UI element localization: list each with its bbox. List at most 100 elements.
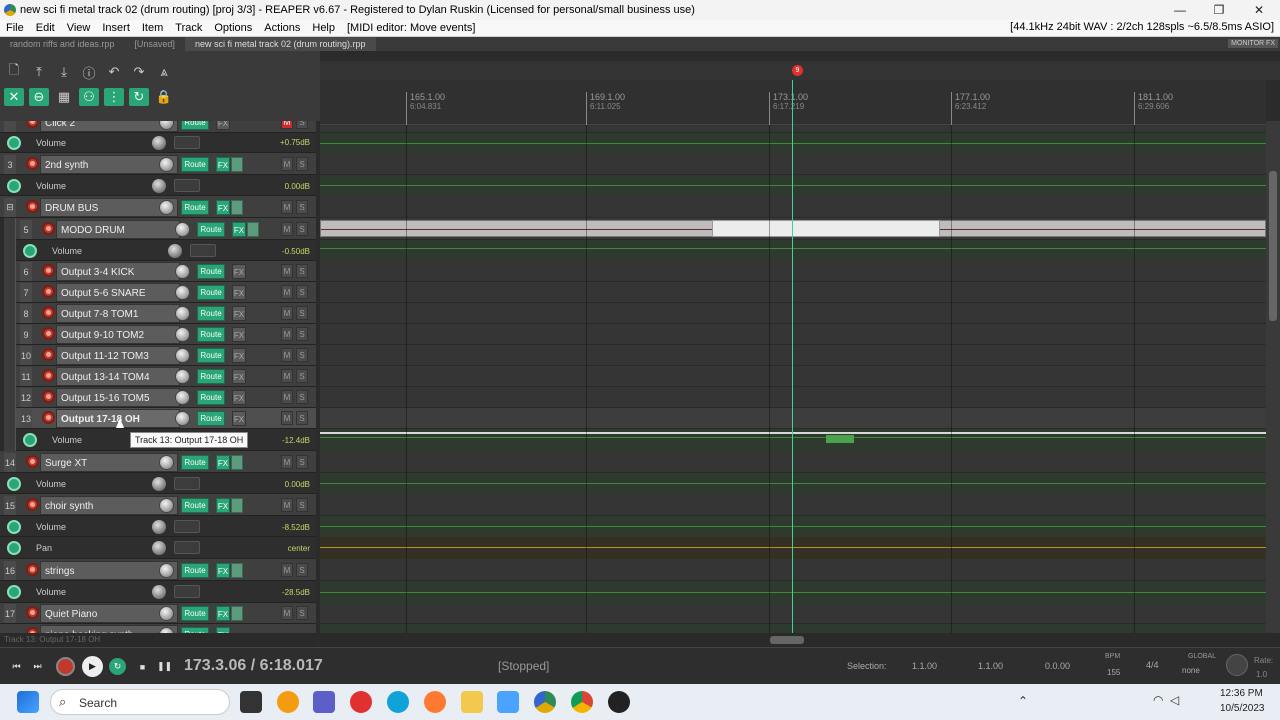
envelope-knob[interactable] bbox=[152, 477, 166, 491]
mute-button[interactable]: M bbox=[281, 200, 293, 214]
fx-bypass-button[interactable] bbox=[231, 563, 243, 578]
route-button[interactable]: Route bbox=[197, 411, 225, 426]
track-lane[interactable] bbox=[320, 603, 1266, 624]
fx-button[interactable]: FX bbox=[216, 563, 230, 578]
envelope-volume[interactable]: Volume -0.50dB bbox=[16, 240, 316, 261]
track-choir-synth[interactable]: 15 choir synth Route FX M S bbox=[0, 494, 316, 516]
mute-button[interactable]: M bbox=[281, 285, 293, 299]
track-output-snare[interactable]: 7 Output 5-6 SNARE Route FX M S bbox=[16, 282, 316, 303]
volume-knob[interactable] bbox=[175, 285, 190, 300]
vertical-scroll-thumb[interactable] bbox=[1269, 171, 1277, 321]
taskbar-date[interactable]: 10/5/2023 bbox=[1220, 703, 1265, 714]
envelope-lane[interactable] bbox=[320, 516, 1266, 537]
envelope-pan[interactable]: Pan center bbox=[0, 537, 316, 559]
mute-button[interactable]: M bbox=[281, 606, 293, 620]
track-quiet-piano[interactable]: 17 Quiet Piano Route FX M S bbox=[0, 603, 316, 624]
edit-cursor[interactable] bbox=[792, 80, 793, 633]
open-project-icon[interactable]: ⤒ bbox=[29, 63, 49, 81]
mute-button[interactable]: M bbox=[281, 306, 293, 320]
envelope-bypass-icon[interactable] bbox=[7, 541, 21, 555]
track-lane[interactable] bbox=[320, 261, 1266, 282]
solo-button[interactable]: S bbox=[296, 348, 308, 362]
envelope-options[interactable] bbox=[174, 520, 200, 533]
track-name[interactable]: Surge XT bbox=[40, 453, 178, 472]
lock-icon[interactable]: 🔒 bbox=[154, 88, 174, 106]
volume-knob[interactable] bbox=[175, 411, 190, 426]
envelope-lane[interactable] bbox=[320, 473, 1266, 494]
vertical-scrollbar[interactable] bbox=[1266, 121, 1280, 633]
stop-icon[interactable]: ■ bbox=[134, 658, 151, 675]
edge-icon[interactable] bbox=[387, 691, 409, 713]
record-arm-button[interactable] bbox=[26, 563, 39, 576]
transport-position[interactable]: 173.3.06 / 6:18.017 bbox=[184, 657, 323, 675]
track-name[interactable]: Output 9-10 TOM2 bbox=[56, 325, 180, 344]
rate-knob[interactable] bbox=[1226, 654, 1248, 676]
fx-button[interactable]: FX bbox=[232, 264, 246, 279]
record-arm-button[interactable] bbox=[42, 306, 55, 319]
task-view-icon[interactable] bbox=[240, 691, 262, 713]
monitor-fx-button[interactable]: MONITOR FX bbox=[1228, 39, 1278, 48]
fx-bypass-button[interactable] bbox=[231, 157, 243, 172]
track-lane[interactable] bbox=[320, 153, 1266, 175]
menu-help[interactable]: Help bbox=[306, 22, 341, 34]
solo-button[interactable]: S bbox=[296, 157, 308, 171]
horizontal-scrollbar[interactable] bbox=[320, 633, 1280, 647]
fx-bypass-button[interactable] bbox=[231, 455, 243, 470]
route-button[interactable]: Route bbox=[181, 455, 209, 470]
track-name[interactable]: MODO DRUM bbox=[56, 220, 180, 239]
track-name[interactable]: piano backing synth bbox=[40, 625, 178, 633]
record-arm-button[interactable] bbox=[26, 606, 39, 619]
horizontal-scroll-thumb[interactable] bbox=[770, 636, 804, 644]
fx-button[interactable]: FX bbox=[232, 222, 246, 237]
envelope-lane[interactable] bbox=[320, 581, 1266, 603]
envelope-knob[interactable] bbox=[152, 136, 166, 150]
mute-button[interactable]: M bbox=[281, 498, 293, 512]
media-item-selected[interactable] bbox=[712, 220, 940, 237]
track-output-tom2[interactable]: 9 Output 9-10 TOM2 Route FX M S bbox=[16, 324, 316, 345]
volume-knob[interactable] bbox=[175, 369, 190, 384]
solo-button[interactable]: S bbox=[296, 222, 308, 236]
track-lane[interactable] bbox=[320, 303, 1266, 324]
project-marker[interactable]: 9 bbox=[792, 65, 803, 76]
audio-device-status[interactable]: [44.1kHz 24bit WAV : 2/2ch 128spls ~6.5/… bbox=[1010, 21, 1274, 33]
track-name[interactable]: 2nd synth bbox=[40, 155, 178, 174]
track-name[interactable]: Output 11-12 TOM3 bbox=[56, 346, 180, 365]
fx-button[interactable]: FX bbox=[216, 121, 230, 130]
track-output-oh[interactable]: 13 Output 17-18 OH Route FX M S bbox=[16, 408, 316, 429]
menu-actions[interactable]: Actions bbox=[258, 22, 306, 34]
wifi-icon[interactable]: ◠ bbox=[1153, 693, 1163, 707]
taskbar-search[interactable]: ⌕ Search bbox=[50, 689, 230, 715]
fx-button[interactable]: FX bbox=[232, 285, 246, 300]
selection-length[interactable]: 0.0.00 bbox=[1045, 661, 1070, 671]
track-lane[interactable] bbox=[320, 345, 1266, 366]
fx-button[interactable]: FX bbox=[232, 306, 246, 321]
envelope-lane[interactable] bbox=[320, 624, 1266, 633]
fx-bypass-button[interactable] bbox=[231, 606, 243, 621]
menu-track[interactable]: Track bbox=[169, 22, 208, 34]
solo-button[interactable]: S bbox=[296, 563, 308, 577]
solo-button[interactable]: S bbox=[296, 285, 308, 299]
fx-button[interactable]: FX bbox=[216, 455, 230, 470]
auto-crossfade-icon[interactable]: ✕ bbox=[4, 88, 24, 106]
solo-button[interactable]: S bbox=[296, 121, 308, 129]
track-lane[interactable] bbox=[320, 451, 1266, 473]
record-arm-button[interactable] bbox=[42, 390, 55, 403]
track-name[interactable]: Output 3-4 KICK bbox=[56, 262, 180, 281]
solo-button[interactable]: S bbox=[296, 411, 308, 425]
track-name[interactable]: Output 7-8 TOM1 bbox=[56, 304, 180, 323]
record-arm-button[interactable] bbox=[42, 222, 55, 235]
redo-icon[interactable]: ↷ bbox=[129, 63, 149, 81]
route-button[interactable]: Route bbox=[197, 285, 225, 300]
teams-icon[interactable] bbox=[313, 691, 335, 713]
rate-value[interactable]: 1.0 bbox=[1256, 670, 1267, 679]
opera-icon[interactable] bbox=[350, 691, 372, 713]
volume-knob[interactable] bbox=[159, 455, 174, 470]
track-lane[interactable] bbox=[320, 282, 1266, 303]
envelope-bypass-icon[interactable] bbox=[7, 136, 21, 150]
close-button[interactable]: ✕ bbox=[1239, 0, 1279, 20]
menu-options[interactable]: Options bbox=[208, 22, 258, 34]
track-name[interactable]: Click 2 bbox=[40, 121, 178, 132]
track-name[interactable]: Quiet Piano bbox=[40, 604, 178, 623]
track-surge-xt[interactable]: 14 Surge XT Route FX M S bbox=[0, 451, 316, 473]
volume-knob[interactable] bbox=[159, 200, 174, 215]
